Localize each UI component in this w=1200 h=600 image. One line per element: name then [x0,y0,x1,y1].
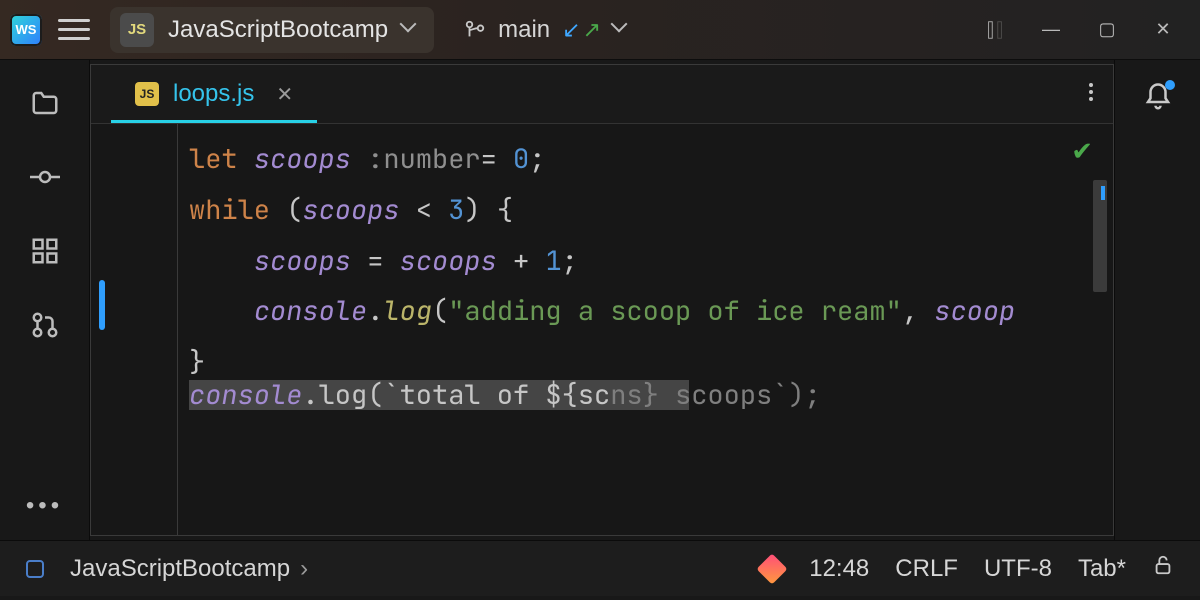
minimize-button[interactable]: ― [1042,21,1060,39]
app-logo[interactable]: WS [10,14,42,46]
editor-area: JS loops.js ✕ ✔ let scoops :number= 0; w… [90,64,1114,536]
project-selector[interactable]: JS JavaScriptBootcamp [110,7,434,53]
breadcrumb-project: JavaScriptBootcamp [70,555,290,583]
breadcrumb-separator: › [300,555,308,583]
tab-close-icon[interactable]: ✕ [276,82,293,107]
code-content[interactable]: let scoops :number= 0; while (scoops < 3… [91,124,1113,398]
pull-requests-tool-icon[interactable] [30,310,60,340]
left-tool-rail: ••• [0,60,90,540]
main-menu-button[interactable] [58,12,94,48]
vcs-update-icon[interactable]: ↙↗ [562,17,601,43]
scrollbar[interactable] [1093,180,1107,292]
project-name: JavaScriptBootcamp [168,16,388,44]
maximize-button[interactable]: ▢ [1098,21,1116,39]
project-tool-icon[interactable] [30,88,60,118]
notification-dot-icon [1165,80,1175,90]
editor-tabs: JS loops.js ✕ [91,65,1113,123]
window-controls: ― ▢ ✕ [1042,21,1172,39]
partial-code-line: console.log(`total of ${scns} scoops`); [189,377,821,413]
statusbar: JavaScriptBootcamp › 12:48 CRLF UTF-8 Ta… [0,540,1200,596]
cursor-position[interactable]: 12:48 [809,555,869,583]
tab-loops-js[interactable]: JS loops.js ✕ [111,65,317,123]
line-separator[interactable]: CRLF [895,555,958,583]
indent-setting[interactable]: Tab* [1078,555,1126,583]
tool-window-toggle-icon[interactable] [26,560,44,578]
js-file-icon: JS [135,82,159,106]
tab-label: loops.js [173,80,254,108]
right-tool-rail [1114,60,1200,540]
run-debug-icon[interactable] [984,19,1006,41]
notifications-button[interactable] [1143,82,1173,112]
git-branch-widget[interactable]: main ↙↗ [464,16,629,44]
tab-options-button[interactable] [1089,83,1093,101]
close-button[interactable]: ✕ [1154,21,1172,39]
ai-assistant-icon[interactable] [757,553,788,584]
breadcrumb[interactable]: JavaScriptBootcamp › [70,555,308,583]
code-editor[interactable]: ✔ let scoops :number= 0; while (scoops <… [91,123,1113,535]
branch-name: main [498,16,550,44]
file-encoding[interactable]: UTF-8 [984,555,1052,583]
readonly-lock-icon[interactable] [1152,554,1174,583]
js-badge-icon: JS [120,13,154,47]
commit-tool-icon[interactable] [30,162,60,192]
chevron-down-icon[interactable] [613,22,629,38]
structure-tool-icon[interactable] [30,236,60,266]
inspection-ok-icon[interactable]: ✔ [1071,136,1093,167]
chevron-down-icon [402,22,418,38]
titlebar: WS JS JavaScriptBootcamp main ↙↗ ― ▢ ✕ [0,0,1200,60]
gutter-divider [177,124,178,535]
more-tools-button[interactable]: ••• [26,492,63,520]
change-marker [99,280,105,330]
git-branch-icon [464,19,486,41]
